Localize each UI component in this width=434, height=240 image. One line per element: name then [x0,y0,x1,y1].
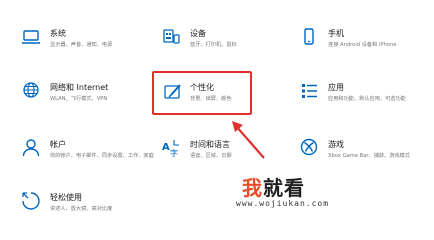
watermark-text-dark: 就看 [263,176,305,200]
tile-title: 应用 [328,83,344,92]
svg-text:字: 字 [170,148,178,158]
tile-title: 系统 [50,29,66,38]
tile-title: 游戏 [328,140,344,149]
tile-title: 网络和 Internet [50,83,109,92]
watermark-text-red: 我 [242,176,263,200]
tile-title: 轻松使用 [50,193,82,202]
tile-network-internet[interactable]: 网络和 Internet WLAN、飞行模式、VPN [12,80,142,108]
time-language-icon: A字 [160,137,182,159]
tile-devices[interactable]: 设备 蓝牙、打印机、鼠标 [150,26,280,54]
watermark-url: www.wojiukan.com [236,199,330,208]
tile-description: 连接 Android 设备和 iPhone [328,42,397,48]
ease-of-access-icon [20,190,42,212]
tile-description: 显示器、声音、通知、电源 [50,42,113,48]
tile-description: Xbox Game Bar、捕获、游戏模式 [328,153,411,159]
tile-description: 应用和功能、默认应用、可选功能 [328,96,406,102]
tile-description: WLAN、飞行模式、VPN [50,96,108,102]
globe-icon [20,80,42,102]
highlight-box [152,71,252,115]
tile-title: 设备 [190,29,206,38]
xbox-icon [298,137,320,159]
tile-description: 蓝牙、打印机、鼠标 [190,42,237,48]
tile-accounts[interactable]: 帐户 你的帐户、电子邮件、同步设置、工作、家庭 [12,137,154,165]
tile-title: 帐户 [50,140,66,149]
tile-system[interactable]: 系统 显示器、声音、通知、电源 [12,26,142,54]
tile-title: 时间和语言 [190,140,230,149]
tile-phone[interactable]: 手机 连接 Android 设备和 iPhone [290,26,430,54]
laptop-icon [20,26,42,48]
watermark-logo-text: 我就看 [242,172,305,201]
tile-ease-of-access[interactable]: 轻松使用 讲述人、放大镜、高对比度 [12,190,142,218]
phone-icon [298,26,320,48]
tile-gaming[interactable]: 游戏 Xbox Game Bar、捕获、游戏模式 [290,137,430,165]
tile-apps[interactable]: 应用 应用和功能、默认应用、可选功能 [290,80,430,108]
tile-title: 手机 [328,29,344,38]
keyboard-printer-icon [160,26,182,48]
tile-description: 你的帐户、电子邮件、同步设置、工作、家庭 [50,153,154,159]
annotation-arrow [232,121,265,159]
apps-list-icon [298,80,320,102]
tile-description: 讲述人、放大镜、高对比度 [50,206,113,212]
svg-text:A: A [162,142,170,153]
person-icon [20,137,42,159]
